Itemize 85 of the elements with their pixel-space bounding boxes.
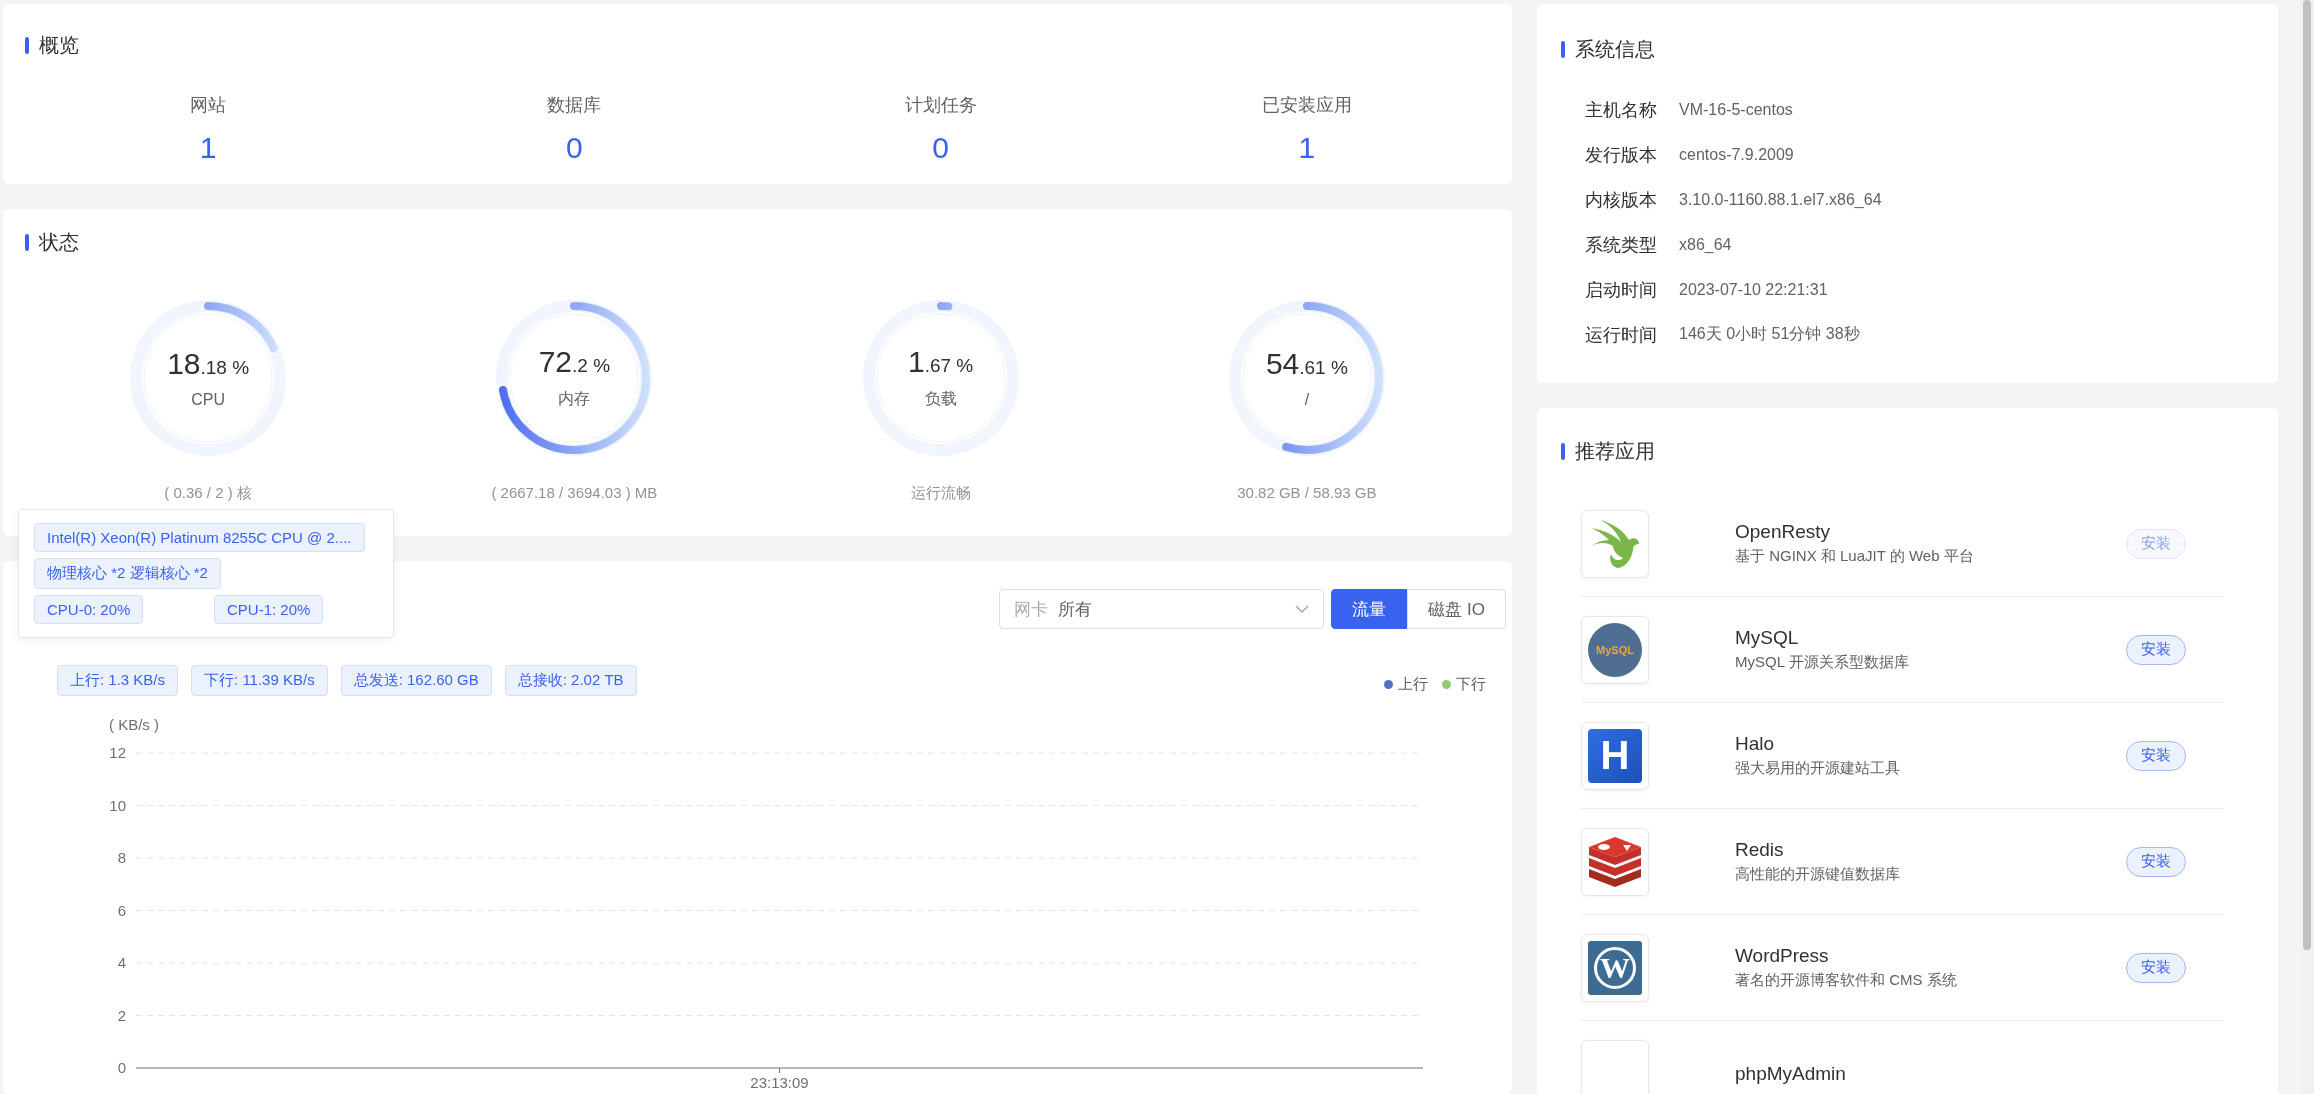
gauge-detail: ( 2667.18 / 3694.03 ) MB (491, 483, 658, 501)
y-tick-label: 4 (117, 954, 126, 971)
scrollbar-thumb[interactable] (2303, 0, 2311, 950)
y-tick-label: 10 (109, 796, 126, 814)
dolphin-logo-icon: MySQL (1588, 622, 1642, 677)
stat-count[interactable]: 1 (199, 131, 217, 165)
install-button[interactable]: 安装 (2126, 740, 2186, 771)
legend-label[interactable]: 下行 (1456, 675, 1486, 694)
stat-count[interactable]: 1 (1298, 131, 1316, 165)
network-card-select[interactable]: 网卡 所有 (999, 589, 1325, 629)
info-label: 发行版本 (1585, 143, 1657, 167)
stat-label: 数据库 (547, 94, 602, 117)
cpu-model-tag: Intel(R) Xeon(R) Platinum 8255C CPU @ 2.... (34, 522, 365, 552)
traffic-stat-tag: 总接收: 2.02 TB (504, 665, 637, 696)
app-description: 强大易用的开源建站工具 (1735, 759, 1901, 778)
y-axis-title: ( KB/s ) (109, 716, 159, 733)
gauge-detail: ( 0.36 / 2 ) 核 (164, 483, 252, 503)
y-tick-label: 12 (109, 744, 126, 761)
card-title: 状态 (39, 229, 79, 255)
stat-count[interactable]: 0 (566, 131, 583, 165)
stat-label: 已安装应用 (1261, 94, 1352, 117)
app-name: MySQL (1735, 627, 1800, 649)
stat-count[interactable]: 0 (932, 131, 949, 165)
install-button[interactable]: 安装 (2126, 634, 2186, 665)
gauge-detail: 30.82 GB / 58.93 GB (1237, 483, 1377, 501)
gauge-label: 负载 (924, 389, 957, 410)
traffic-stat-tag: 下行: 11.39 KB/s (191, 665, 328, 696)
title-marker (25, 37, 29, 54)
gauge-percent: 1.67 % (908, 345, 974, 380)
info-value: VM-16-5-centos (1679, 100, 1793, 119)
install-button[interactable]: 安装 (2126, 846, 2186, 877)
y-tick-label: 2 (117, 1006, 126, 1024)
app-description: 著名的开源博客软件和 CMS 系统 (1735, 971, 1958, 990)
info-value: 2023-07-10 22:21:31 (1679, 280, 1828, 299)
info-label: 内核版本 (1585, 188, 1657, 212)
scrollbar[interactable] (2300, 0, 2314, 1094)
app-description: 高性能的开源键值数据库 (1735, 865, 1901, 884)
cpu-usage-tag: CPU-1: 20% (214, 594, 324, 624)
gauge-percent: 72.2 % (538, 345, 611, 380)
stat-label: 网站 (190, 94, 227, 117)
title-marker (25, 233, 29, 251)
stat-label: 计划任务 (904, 94, 977, 117)
app-description: MySQL 开源关系型数据库 (1735, 653, 1910, 672)
chevron-down-icon (1295, 605, 1310, 613)
gauge-label: CPU (191, 390, 225, 409)
gauge-detail: 运行流畅 (910, 483, 971, 503)
info-label: 主机名称 (1585, 98, 1657, 122)
chart-tab[interactable]: 磁盘 IO (1407, 589, 1506, 629)
info-value: 146天 0小时 51分钟 38秒 (1679, 324, 1860, 344)
info-label: 启动时间 (1585, 278, 1657, 302)
y-tick-label: 6 (117, 901, 126, 919)
chart-tab[interactable]: 流量 (1331, 589, 1408, 629)
stacked-cubes-icon (1587, 836, 1643, 887)
cpu-cores-tag: 物理核心 *2 逻辑核心 *2 (34, 557, 221, 589)
traffic-stat-tag: 上行: 1.3 KB/s (57, 665, 179, 696)
card-title: 系统信息 (1575, 37, 1655, 62)
traffic-stat-tag: 总发送: 162.60 GB (340, 665, 492, 696)
title-marker (1561, 443, 1565, 460)
info-label: 系统类型 (1585, 233, 1657, 257)
card-title: 概览 (39, 33, 79, 58)
app-name: Halo (1735, 733, 1776, 755)
app-description: 基于 NGINX 和 LuaJIT 的 Web 平台 (1735, 547, 1975, 566)
install-button[interactable]: 安装 (2126, 952, 2186, 983)
legend-label[interactable]: 上行 (1398, 675, 1428, 694)
app-name: Redis (1735, 839, 1785, 861)
gauge-label: / (1304, 390, 1310, 409)
x-tick-label: 23:13:09 (750, 1074, 809, 1090)
card-title: 推荐应用 (1575, 439, 1655, 464)
info-value: centos-7.9.2009 (1679, 145, 1794, 164)
app-icon (1581, 1039, 1649, 1094)
gauge-label: 内存 (558, 389, 591, 410)
app-name: OpenResty (1735, 521, 1832, 543)
app-name: phpMyAdmin (1735, 1062, 1847, 1085)
y-tick-label: 0 (117, 1059, 126, 1076)
gauge-percent: 18.18 % (167, 346, 250, 381)
letter-logo-icon: H (1588, 728, 1642, 783)
gauge-percent: 54.61 % (1265, 346, 1348, 381)
info-value: 3.10.0-1160.88.1.el7.x86_64 (1679, 190, 1882, 209)
wordpress-logo-icon: W (1588, 940, 1642, 995)
title-marker (1561, 41, 1565, 58)
info-label: 运行时间 (1585, 323, 1657, 347)
y-tick-label: 8 (117, 849, 126, 866)
app-name: WordPress (1735, 945, 1830, 967)
info-value: x86_64 (1679, 235, 1732, 254)
cpu-usage-tag: CPU-0: 20% (34, 594, 144, 624)
